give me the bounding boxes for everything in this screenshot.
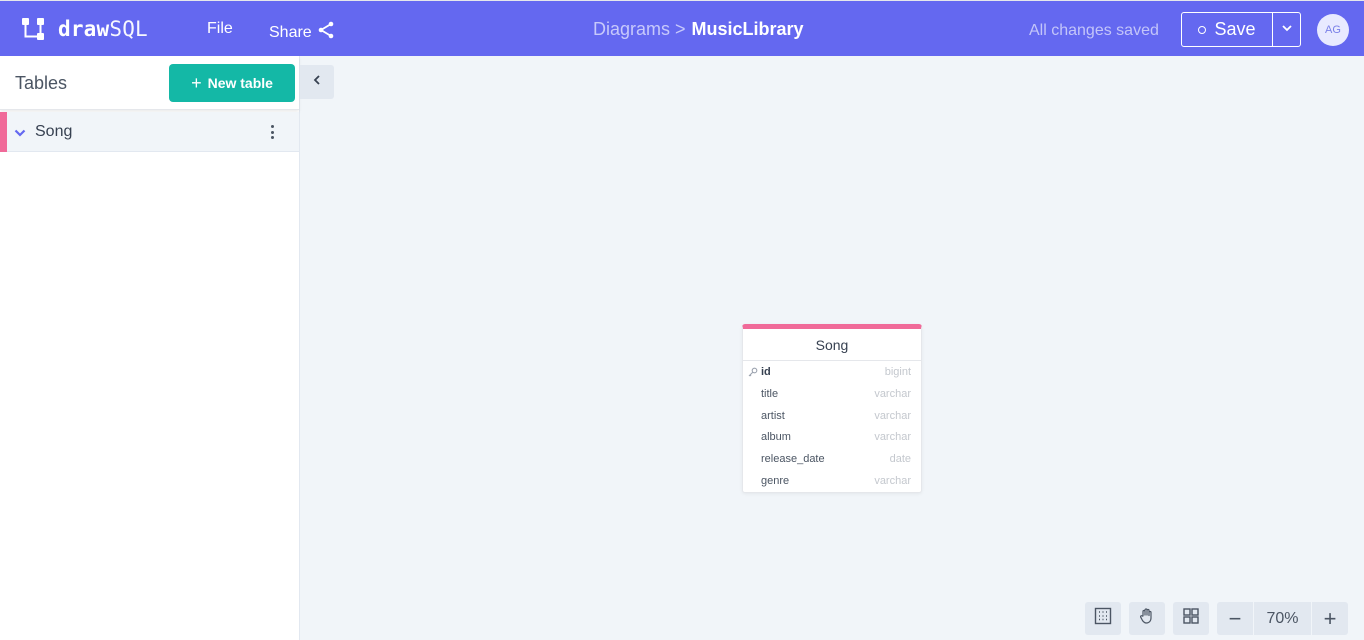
tables-sidebar: Tables + New table Song [0,56,300,640]
share-label: Share [269,23,312,41]
share-icon [316,20,336,45]
save-button[interactable]: Save [1182,13,1273,46]
chevron-down-icon [1281,21,1293,39]
column-type: varchar [874,409,911,422]
table-column-row[interactable]: title varchar [743,383,921,405]
hand-icon [1138,607,1156,630]
logo-icon [20,15,48,43]
chevron-down-icon[interactable] [14,126,26,144]
sidebar-item-label: Song [35,123,73,140]
sidebar-title: Tables [15,73,68,93]
key-icon [748,367,758,380]
collapse-sidebar-button[interactable] [300,65,334,99]
column-name: artist [761,409,785,422]
kebab-icon[interactable] [266,123,278,141]
column-type: varchar [874,387,911,400]
save-dot-icon [1198,25,1207,34]
table-column-row[interactable]: genre varchar [743,470,921,492]
new-table-button[interactable]: + New table [169,64,295,102]
save-button-group: Save [1181,12,1301,47]
table-column-row[interactable]: release_date date [743,448,921,470]
save-status: All changes saved [1029,22,1159,39]
column-type: bigint [884,366,911,378]
column-name: title [761,387,779,400]
table-card-song[interactable]: Song id bigint title varchar artist varc… [742,324,922,493]
fit-view-icon [1094,607,1112,630]
avatar[interactable]: AG [1317,14,1349,46]
table-column-row[interactable]: artist varchar [743,405,921,427]
column-name: album [761,431,791,444]
diagram-title[interactable]: MusicLibrary [692,19,804,40]
new-table-label: New table [207,75,273,91]
fit-view-button[interactable] [1085,602,1121,635]
table-card-title[interactable]: Song [743,329,921,361]
column-type: date [889,453,911,466]
table-color-marker [0,112,7,152]
column-name: release_date [761,453,825,466]
pan-tool-button[interactable] [1129,602,1165,635]
save-options-button[interactable] [1273,13,1300,46]
table-column-row[interactable]: id bigint [743,361,921,383]
breadcrumb: Diagrams > MusicLibrary [593,19,804,40]
save-label: Save [1214,19,1256,39]
share-menu[interactable]: Share [269,20,336,45]
column-type: varchar [874,474,911,487]
sidebar-item-song[interactable]: Song [0,112,299,152]
grid-icon [1182,607,1200,630]
top-bar: drawSQL File Share Diagrams > MusicLibra… [0,0,1364,56]
zoom-level: 70% [1253,602,1312,635]
grid-layout-button[interactable] [1173,602,1209,635]
column-type: varchar [874,431,911,444]
table-column-row[interactable]: album varchar [743,426,921,448]
breadcrumb-diagrams[interactable]: Diagrams > [593,19,686,40]
logo-text: drawSQL [58,17,148,41]
zoom-controls: − 70% + [1217,602,1348,635]
sidebar-header: Tables + New table [0,56,299,110]
plus-icon: + [191,72,202,93]
column-name: genre [761,474,790,487]
zoom-in-button[interactable]: + [1312,602,1348,635]
file-menu[interactable]: File [207,20,233,38]
zoom-out-button[interactable]: − [1217,602,1253,635]
column-name: id [761,366,771,378]
app-logo[interactable]: drawSQL [20,15,148,43]
chevron-left-icon [311,73,323,91]
